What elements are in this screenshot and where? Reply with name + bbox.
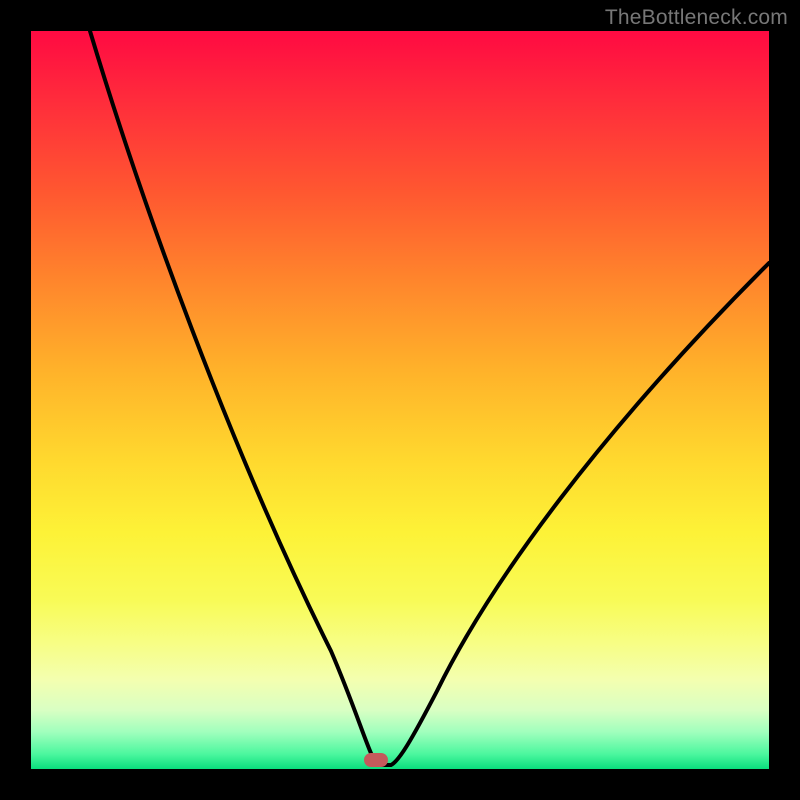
curve-svg (31, 31, 769, 769)
bottleneck-curve (90, 31, 769, 765)
watermark-text: TheBottleneck.com (605, 6, 788, 30)
chart-container: TheBottleneck.com (0, 0, 800, 800)
optimal-point-marker (364, 753, 388, 767)
plot-area (31, 31, 769, 769)
